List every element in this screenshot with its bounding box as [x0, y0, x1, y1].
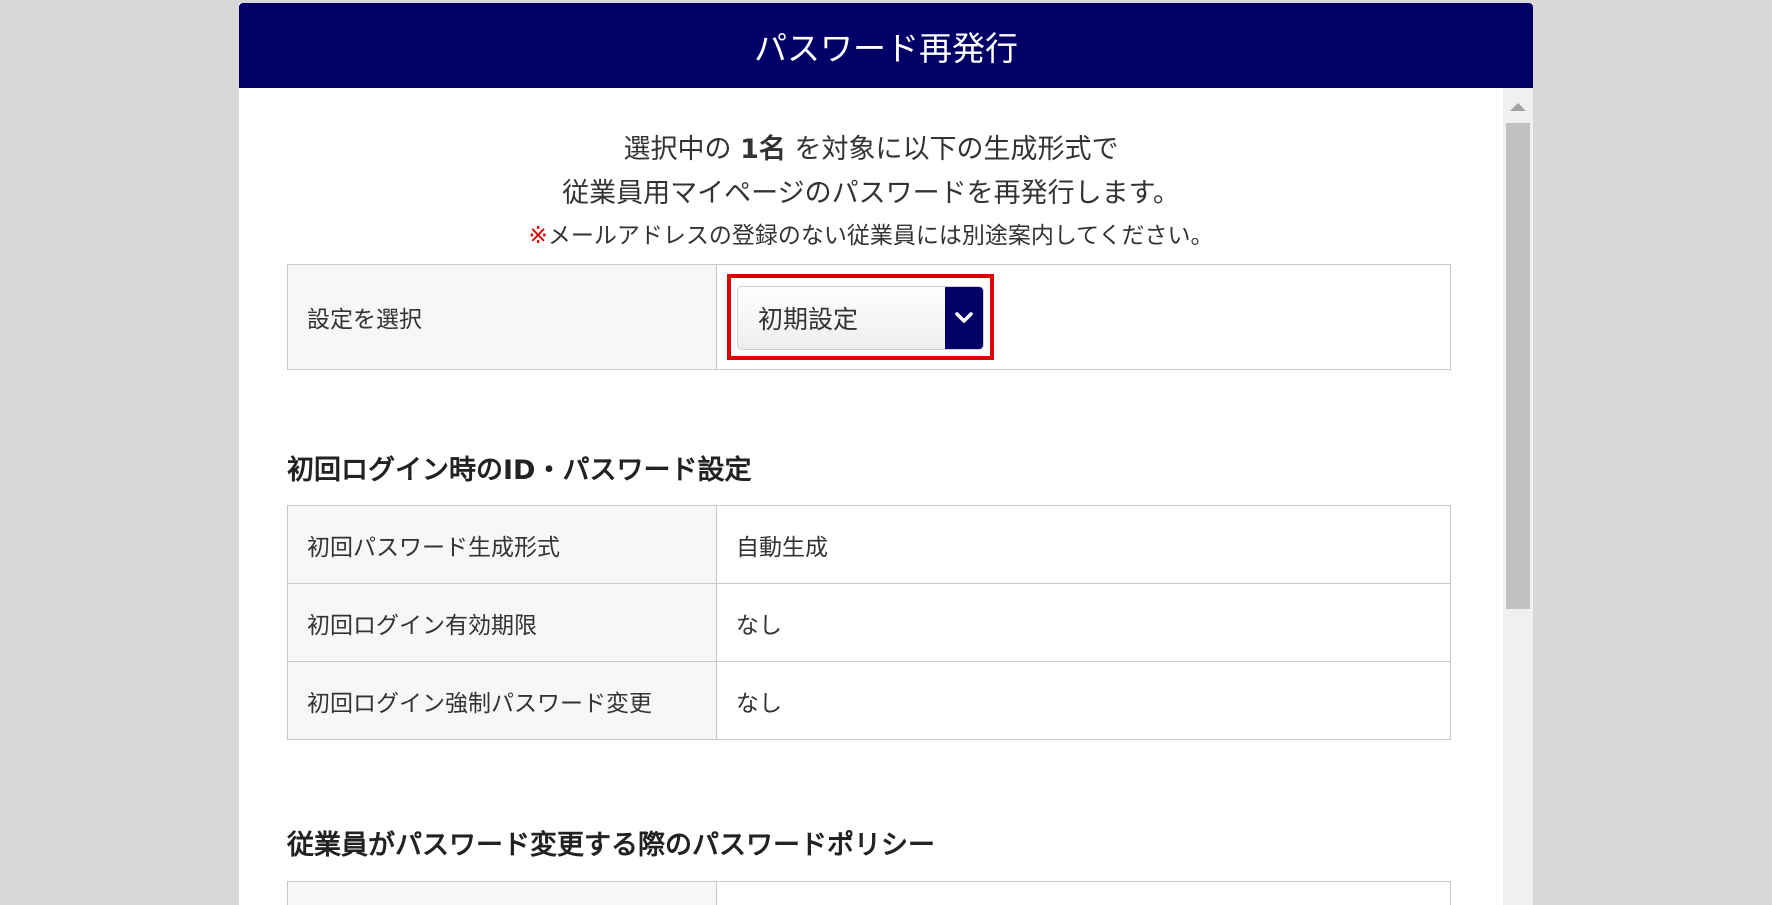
row-label: 初回ログイン有効期限 — [287, 583, 717, 662]
table-row: 初回ログイン強制パスワード変更 なし — [287, 661, 1451, 740]
intro-note: ※メールアドレスの登録のない従業員には別途案内してください。 — [239, 216, 1503, 256]
setting-select[interactable]: 初期設定 — [737, 286, 984, 350]
intro-text: 選択中の 1名 を対象に以下の生成形式で 従業員用マイページのパスワードを再発行… — [239, 128, 1503, 256]
setting-row: 設定を選択 初期設定 — [287, 264, 1451, 370]
table-row: 初回ログイン有効期限 なし — [287, 583, 1451, 662]
setting-select-value: 初期設定 — [758, 305, 859, 334]
row-value: なし — [716, 583, 1451, 662]
scroll-up-arrow-icon[interactable] — [1510, 103, 1526, 111]
row-label — [287, 881, 717, 905]
dialog-body: 選択中の 1名 を対象に以下の生成形式で 従業員用マイページのパスワードを再発行… — [239, 88, 1503, 905]
row-label: 初回ログイン強制パスワード変更 — [287, 661, 717, 740]
dialog-title: パスワード再発行 — [754, 28, 1018, 68]
selected-count: 1名 — [740, 134, 786, 165]
intro-line1-pre: 選択中の — [623, 134, 732, 165]
row-value: 自動生成 — [716, 505, 1451, 584]
scrollbar-thumb[interactable] — [1506, 123, 1530, 609]
setting-value-cell: 初期設定 — [716, 264, 1451, 370]
setting-table: 設定を選択 初期設定 — [287, 264, 1451, 370]
section-initial-login-title: 初回ログイン時のID・パスワード設定 — [287, 455, 752, 486]
password-reissue-dialog: パスワード再発行 選択中の 1名 を対象に以下の生成形式で 従業員用マイページの… — [239, 3, 1533, 905]
vertical-scrollbar[interactable] — [1503, 88, 1533, 905]
initial-login-table: 初回パスワード生成形式 自動生成 初回ログイン有効期限 なし 初回ログイン強制パ… — [287, 505, 1451, 740]
setting-label: 設定を選択 — [287, 264, 717, 370]
note-mark: ※ — [528, 223, 548, 249]
intro-line-1: 選択中の 1名 を対象に以下の生成形式で — [239, 128, 1503, 172]
chevron-down-icon[interactable] — [945, 287, 983, 349]
setting-select-highlight: 初期設定 — [727, 274, 994, 360]
table-row — [287, 881, 1451, 905]
dialog-header: パスワード再発行 — [239, 3, 1533, 88]
password-policy-table — [287, 881, 1451, 905]
row-value: なし — [716, 661, 1451, 740]
intro-line1-post: を対象に以下の生成形式で — [794, 134, 1119, 165]
row-value — [716, 881, 1451, 905]
section-password-policy-title: 従業員がパスワード変更する際のパスワードポリシー — [287, 830, 935, 861]
row-label: 初回パスワード生成形式 — [287, 505, 717, 584]
table-row: 初回パスワード生成形式 自動生成 — [287, 505, 1451, 584]
note-text: メールアドレスの登録のない従業員には別途案内してください。 — [547, 223, 1214, 249]
intro-line-2: 従業員用マイページのパスワードを再発行します。 — [562, 178, 1180, 209]
